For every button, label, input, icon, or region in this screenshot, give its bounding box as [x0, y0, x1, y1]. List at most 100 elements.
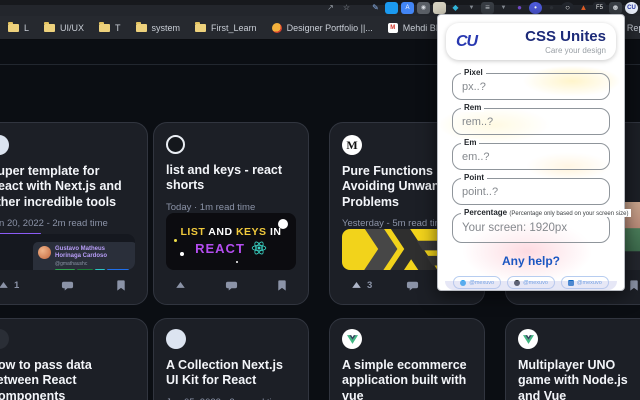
popup-title: CSS Unites: [525, 29, 606, 44]
upvote-button[interactable]: 3: [350, 279, 372, 292]
pixel-label: Pixel: [461, 69, 486, 77]
chevron-down-icon-2[interactable]: ▼: [497, 2, 510, 14]
screen: ↗ ☆ ✎ A ◉ ◆ ▼ ≡ ▼ ● • ● ○ ▲ F5 ☻ CU L UI…: [0, 0, 640, 400]
site-favicon: [272, 23, 282, 33]
bookmark-button[interactable]: [115, 279, 127, 292]
image-word: REACT: [195, 241, 245, 256]
source-icon: [166, 329, 186, 349]
bookmark-folder-l[interactable]: L: [8, 23, 29, 33]
f5-icon[interactable]: F5: [593, 2, 606, 14]
bookmark-folder-t[interactable]: T: [99, 23, 121, 33]
gem-icon[interactable]: ◆: [449, 2, 462, 14]
upvote-button[interactable]: 1: [0, 279, 19, 292]
folder-icon: [195, 24, 206, 32]
comment-button[interactable]: [225, 279, 238, 292]
article-card[interactable]: A simple ecommerce application built wit…: [329, 318, 485, 400]
article-date: Jan 05, 2022 - 2m read time: [166, 397, 296, 400]
twitter-handle: @mexuvo: [469, 280, 494, 286]
bookmark-star-icon[interactable]: ☆: [340, 2, 353, 14]
bookmark-label: L: [24, 23, 29, 33]
source-icon: [166, 135, 185, 154]
vscode-icon[interactable]: [385, 2, 398, 14]
onepassword-icon[interactable]: ○: [561, 2, 574, 14]
bookmark-button[interactable]: [276, 279, 288, 292]
grid-icon[interactable]: ≡: [481, 2, 494, 14]
article-date: Jan 20, 2022 - 2m read time: [0, 218, 135, 229]
translate-icon[interactable]: A: [401, 2, 414, 14]
camera-icon[interactable]: ◉: [417, 2, 430, 14]
pencil-icon[interactable]: ✎: [369, 2, 382, 14]
bookmark-folder-system[interactable]: system: [136, 23, 181, 33]
article-card[interactable]: How to pass data between React Component…: [0, 318, 148, 400]
twitter-icon: [460, 280, 466, 286]
bookmark-label: T: [115, 23, 121, 33]
dot-decoration: [236, 261, 238, 263]
image-word: KEYS: [236, 226, 267, 238]
github-link[interactable]: @mexuvo: [507, 276, 555, 289]
upvote-count: 3: [367, 280, 372, 291]
site-favicon: M: [388, 23, 398, 33]
rem-input[interactable]: [453, 109, 609, 134]
twitter-link[interactable]: @mexuvo: [453, 276, 501, 289]
linkedin-icon: [568, 280, 574, 286]
pixel-input[interactable]: [453, 74, 609, 99]
unit-fields: Pixel Rem Em Point Percentage (Percentag…: [452, 73, 610, 243]
article-title: Super template for React with Next.js an…: [0, 164, 135, 210]
share-icon[interactable]: ↗: [324, 2, 337, 14]
linkedin-handle: @mexuvo: [577, 280, 602, 286]
article-title: A Collection Next.js UI Kit for React: [166, 358, 296, 389]
github-icon: [514, 280, 520, 286]
moon-shape: [278, 219, 288, 229]
discord-icon[interactable]: •: [529, 2, 542, 14]
chevron-down-icon[interactable]: ▼: [465, 2, 478, 14]
embed-name: Gustavo Matheus Horinaga Cardoso: [55, 246, 132, 260]
article-date: Today · 1m read time: [166, 202, 296, 213]
medium-source-icon: M: [342, 135, 362, 155]
percentage-input[interactable]: [453, 214, 609, 242]
image-word: LIST: [181, 226, 206, 238]
popup-subtitle: Care your design: [525, 46, 606, 55]
vue-source-icon: [518, 329, 538, 349]
extension-popup: CU CSS Unites Care your design Pixel Rem…: [437, 14, 625, 291]
article-card[interactable]: Super template for React with Next.js an…: [0, 122, 148, 305]
percentage-label-text: Percentage: [464, 208, 507, 217]
article-card[interactable]: list and keys - react shorts Today · 1m …: [153, 122, 309, 305]
article-title: A simple ecommerce application built wit…: [342, 358, 472, 400]
flame-icon[interactable]: ▲: [577, 2, 590, 14]
rem-label: Rem: [461, 104, 484, 112]
badge-chips: [55, 269, 132, 270]
folder-icon: [44, 24, 55, 32]
point-field[interactable]: Point: [452, 178, 610, 205]
dot-decoration: [180, 252, 184, 256]
linkedin-link[interactable]: @mexuvo: [561, 276, 609, 289]
article-image: LIST AND KEYS IN REACT: [166, 213, 296, 271]
bookmark-folder-uiux[interactable]: UI/UX: [44, 23, 84, 33]
social-links: @mexuvo @mexuvo @mexuvo: [438, 276, 624, 289]
bookmark-folder-first-learn[interactable]: First_Learn: [195, 23, 257, 33]
folder-icon: [8, 24, 19, 32]
css-unites-icon[interactable]: CU: [625, 2, 638, 14]
bookmark-designer-portfolio[interactable]: Designer Portfolio ||...: [272, 23, 373, 33]
pixel-field[interactable]: Pixel: [452, 73, 610, 100]
help-link[interactable]: Any help?: [438, 254, 624, 268]
point-input[interactable]: [453, 179, 609, 204]
bookmark-button[interactable]: [628, 279, 640, 292]
article-title: list and keys - react shorts: [166, 163, 296, 194]
github-cat-icon[interactable]: ●: [545, 2, 558, 14]
notes-icon[interactable]: [433, 2, 446, 14]
upvote-count: 1: [14, 280, 19, 291]
folder-icon: [99, 24, 110, 32]
em-input[interactable]: [453, 144, 609, 169]
article-card[interactable]: Multiplayer UNO game with Node.js and Vu…: [505, 318, 640, 400]
article-card[interactable]: A Collection Next.js UI Kit for React Ja…: [153, 318, 309, 400]
article-image: Gustavo Matheus Horinaga Cardoso @gmatha…: [0, 234, 135, 270]
upvote-button[interactable]: [174, 279, 187, 292]
comment-button[interactable]: [61, 279, 74, 292]
comment-button[interactable]: [406, 279, 419, 292]
dot-decoration: [174, 239, 177, 242]
em-field[interactable]: Em: [452, 143, 610, 170]
shield-icon[interactable]: ☻: [609, 2, 622, 14]
purple-orb-icon[interactable]: ●: [513, 2, 526, 14]
percentage-field[interactable]: Percentage (Percentage only based on you…: [452, 213, 610, 243]
rem-field[interactable]: Rem: [452, 108, 610, 135]
